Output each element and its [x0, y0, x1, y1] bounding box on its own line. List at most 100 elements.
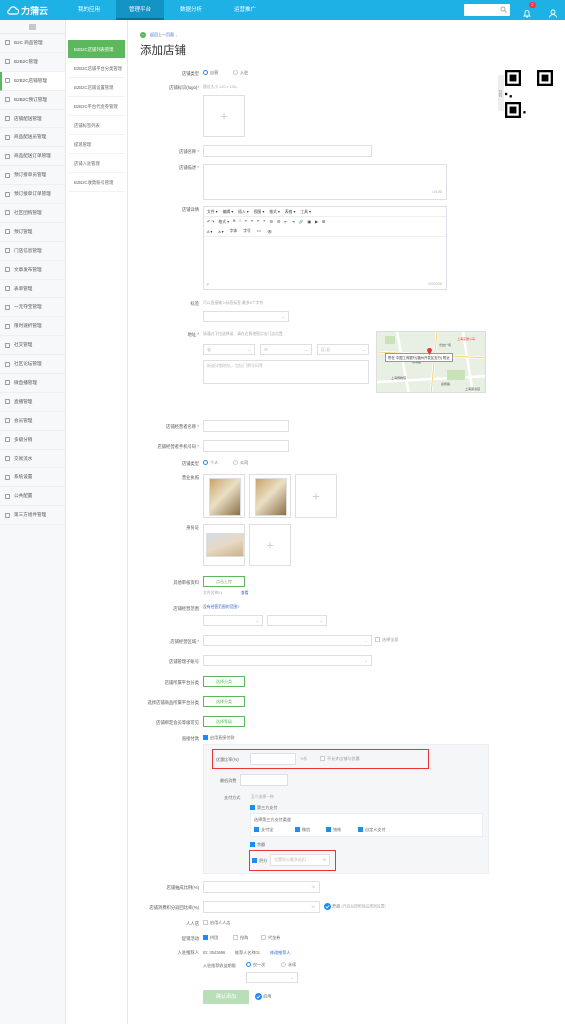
editor-tool[interactable]: ▣	[307, 219, 311, 225]
logo-upload[interactable]: +	[203, 95, 245, 137]
min-input[interactable]	[240, 774, 288, 786]
sidebar-toggle[interactable]	[0, 20, 65, 34]
idcard-image[interactable]	[203, 524, 245, 566]
editor-tool[interactable]: <>	[257, 229, 261, 234]
sidebar1-item-10[interactable]: 预订管理	[0, 223, 65, 242]
editor-tool[interactable]: ⇤	[284, 219, 287, 225]
qr-side-tab[interactable]: 扫码	[498, 75, 504, 111]
editor-tool[interactable]: 格式 ▾	[269, 209, 280, 215]
sidebar1-item-2[interactable]: B2B2C店铺管理	[0, 71, 65, 91]
sidebar1-item-23[interactable]: 系统设置	[0, 468, 65, 488]
select-prod-category-button[interactable]: 选择分类	[203, 696, 245, 707]
editor-tool[interactable]: 👁	[267, 229, 272, 234]
editor-tool[interactable]: ☰	[277, 219, 280, 225]
sidebar1-item-1[interactable]: B2B2C管理	[0, 53, 65, 72]
editor-tool[interactable]: ≡	[245, 219, 247, 225]
activity-coupon[interactable]: 代金券	[261, 935, 280, 941]
sidebar1-item-4[interactable]: 店铺配送管理	[0, 110, 65, 129]
sidebar1-item-16[interactable]: 社交管理	[0, 336, 65, 356]
editor-tool[interactable]: 🔗	[299, 219, 304, 225]
province-select[interactable]: 省 ⌄	[203, 344, 255, 355]
nav-analytics[interactable]: 数据分析	[166, 0, 216, 20]
select-level-button[interactable]: 选择等级	[203, 716, 245, 727]
sidebar1-item-19[interactable]: 直播管理	[0, 393, 65, 412]
refund-toggle[interactable]: 开启 (开启后按照商品规则设置)	[324, 903, 386, 910]
scope-select-2[interactable]: ⌄	[267, 615, 327, 626]
license-upload[interactable]: +	[295, 474, 337, 518]
sidebar1-item-7[interactable]: 预订接单员管理	[0, 166, 65, 186]
sidebar1-item-8[interactable]: 预订接单订单管理	[0, 185, 65, 205]
sidebar1-item-0[interactable]: B2C 商品管理	[0, 34, 65, 53]
district-select[interactable]: 区/县 ⌄	[317, 344, 369, 355]
third-party-checkbox[interactable]: 第三方支付	[250, 805, 277, 811]
shop-name-input[interactable]	[203, 145, 372, 157]
direct-pay-checkbox[interactable]: 启用直接付款	[203, 735, 235, 741]
sidebar1-item-9[interactable]: 社区团购管理	[0, 204, 65, 223]
sidebar1-item-12[interactable]: 文章发布管理	[0, 261, 65, 280]
editor-tool[interactable]: 插入 ▾	[238, 209, 249, 215]
editor-tool[interactable]: 字体	[230, 229, 238, 234]
radio-join[interactable]	[233, 70, 238, 76]
invite-checkbox[interactable]: 启用人人店	[203, 920, 230, 926]
sidebar1-item-24[interactable]: 公共配置	[0, 487, 65, 507]
breadcrumb-back-link[interactable]: 返回上一页面	[150, 32, 174, 38]
sidebar1-item-3[interactable]: B2B2C预订管理	[0, 91, 65, 110]
editor-tool[interactable]: 工具 ▾	[300, 209, 311, 215]
select-category-button[interactable]: 选择分类	[203, 676, 245, 687]
editor-tool[interactable]: 字号	[243, 229, 251, 234]
sidebar1-item-14[interactable]: 一元夺宝管理	[0, 298, 65, 318]
area-select[interactable]: ⌄	[203, 635, 372, 646]
points-input[interactable]: 设置积分最多抵扣%	[270, 854, 330, 866]
sidebar1-item-11[interactable]: 门店信息管理	[0, 242, 65, 261]
sidebar1-item-5[interactable]: 商品配送员管理	[0, 128, 65, 148]
editor-tool[interactable]: 文件 ▾	[207, 209, 218, 215]
scope-link[interactable]: 没有经营范围的范围?	[203, 605, 239, 610]
editor-tool[interactable]: 视图 ▾	[254, 209, 265, 215]
points-checkbox[interactable]: 积分	[252, 858, 267, 864]
submit-button[interactable]: 确认添加	[203, 990, 249, 1004]
shop-type-join[interactable]: 入驻	[233, 70, 248, 76]
idcard-upload[interactable]: +	[249, 524, 291, 566]
editor-tool[interactable]: ≡	[263, 219, 265, 225]
shop-type-self[interactable]: 自营	[203, 70, 218, 76]
editor-tool[interactable]: B	[233, 219, 236, 225]
activity-flash[interactable]: 抢购	[233, 935, 248, 941]
sidebar1-item-25[interactable]: 第三方组件管理	[0, 506, 65, 526]
upload-button[interactable]: 点击上传	[203, 576, 245, 587]
editor-tool[interactable]: ↶ ↷	[207, 219, 214, 225]
rich-text-editor[interactable]: 文件 ▾ 编辑 ▾ 插入 ▾ 视图 ▾ 格式 ▾ 表格 ▾ 工具 ▾ ↶ ↷ 格式 ▾ B I ≡ ≡…	[203, 206, 447, 290]
wechat-checkbox[interactable]: 微信	[295, 827, 310, 833]
balance-checkbox[interactable]: 余额	[250, 842, 265, 848]
search-input[interactable]	[464, 4, 510, 16]
agree-toggle[interactable]: 启用	[255, 993, 271, 1000]
earn-once[interactable]: 仅一次	[246, 962, 265, 968]
editor-tool[interactable]: 编辑 ▾	[223, 209, 234, 215]
nav-my-apps[interactable]: 我的应用	[64, 0, 114, 20]
sidebar2-item-0[interactable]: B2B2C店铺列表管理	[68, 40, 125, 59]
license-image-1[interactable]	[203, 474, 245, 518]
cert-personal[interactable]: 个人	[203, 460, 218, 466]
nav-marketing[interactable]: 运营推广	[218, 0, 272, 20]
sidebar1-item-6[interactable]: 商品配送订单管理	[0, 147, 65, 167]
nav-management[interactable]: 管理平台	[116, 0, 164, 20]
location-map[interactable]: 上海东鼎小鸟 南明路 光启广场 上海博物馆 嘉杨路 上海图书馆 所在 中国工商银…	[376, 331, 486, 393]
editor-tool[interactable]: ▶	[315, 219, 318, 225]
phone-input[interactable]	[203, 440, 289, 452]
discount-checkbox[interactable]: 不允许店铺与优惠	[320, 756, 360, 762]
discount-input[interactable]	[250, 753, 296, 765]
activity-group[interactable]: 拼团	[203, 935, 218, 941]
alipay-checkbox[interactable]: 支付宝	[254, 827, 273, 833]
sidebar1-item-18[interactable]: 微直播管理	[0, 374, 65, 393]
addr-detail-textarea[interactable]: 街道详细地址，包括门牌号码等	[203, 360, 369, 384]
editor-tool[interactable]: A ▾	[218, 229, 223, 234]
sidebar1-item-20[interactable]: 会员管理	[0, 412, 65, 431]
change-referrer-link[interactable]: 修改推荐人	[270, 950, 290, 956]
editor-tool[interactable]: I	[240, 219, 241, 225]
brand-logo[interactable]: 力蒲云	[7, 4, 48, 17]
wallet-checkbox[interactable]: 钱帐	[326, 827, 341, 833]
editor-tool[interactable]: ≡	[251, 219, 253, 225]
editor-tool[interactable]: 格式 ▾	[218, 219, 229, 225]
sidebar2-item-4[interactable]: 店铺标签列表	[68, 116, 125, 135]
tags-select[interactable]: ⌄	[203, 311, 289, 322]
area-all-checkbox[interactable]: 选择全部	[375, 637, 398, 643]
